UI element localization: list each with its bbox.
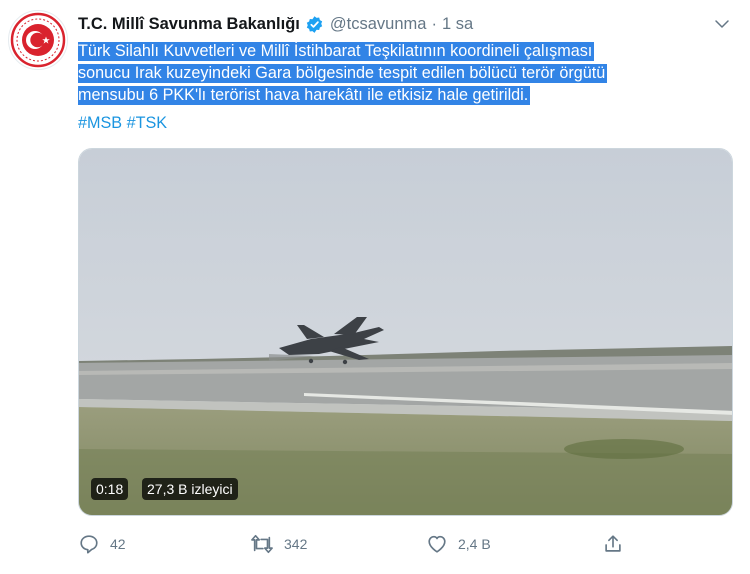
separator-dot: · <box>431 14 437 33</box>
tweet-header: T.C. Millî Savunma Bakanlığı @tcsavunma … <box>78 12 738 36</box>
tweet: T.C. Millî Savunma Bakanlığı @tcsavunma … <box>0 0 750 574</box>
retweet-button[interactable]: 342 <box>250 530 307 558</box>
share-icon <box>605 535 621 552</box>
hashtag-link[interactable]: #TSK <box>127 114 168 132</box>
hashtags: #MSB #TSK <box>78 112 167 134</box>
like-count: 2,4 B <box>458 536 491 552</box>
reply-count: 42 <box>110 536 126 552</box>
verified-badge-icon <box>305 15 324 34</box>
tweet-timestamp[interactable]: 1 sa <box>442 15 473 34</box>
reply-icon <box>80 535 98 554</box>
retweet-count: 342 <box>284 536 308 552</box>
share-button[interactable] <box>602 530 624 558</box>
avatar[interactable] <box>8 10 68 70</box>
tweet-text: Türk Silahlı Kuvvetleri ve Millî İstihba… <box>78 40 738 106</box>
tweet-text-line: mensubu 6 PKK'lı terörist hava harekâtı … <box>78 86 531 105</box>
video-duration-badge: 0:18 <box>91 478 129 500</box>
retweet-icon <box>251 534 273 554</box>
tweet-actions: 42 342 2,4 B <box>78 530 638 558</box>
chevron-down-icon[interactable] <box>710 12 734 36</box>
hashtag-link[interactable]: #MSB <box>78 114 122 132</box>
tweet-text-line: Türk Silahlı Kuvvetleri ve Millî İstihba… <box>78 42 595 61</box>
turkish-military-emblem-icon <box>10 12 66 68</box>
heart-icon <box>428 535 446 553</box>
video-player[interactable]: 0:18 27,3 B izleyici <box>78 148 733 516</box>
display-name[interactable]: T.C. Millî Savunma Bakanlığı <box>78 15 300 34</box>
user-handle[interactable]: @tcsavunma <box>330 15 427 34</box>
like-button[interactable]: 2,4 B <box>426 530 491 558</box>
video-frame <box>79 149 732 515</box>
video-views-badge: 27,3 B izleyici <box>142 478 238 500</box>
tweet-text-line: sonucu Irak kuzeyindeki Gara bölgesinde … <box>78 64 608 83</box>
reply-button[interactable]: 42 <box>78 530 126 558</box>
